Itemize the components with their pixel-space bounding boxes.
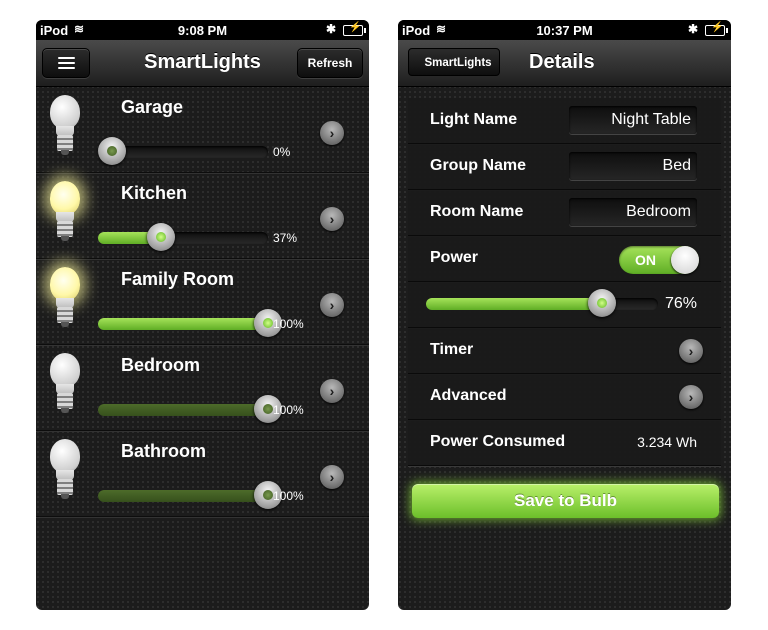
brightness-percent: 100% [273, 317, 304, 331]
nav-bar: SmartLights Details [398, 40, 731, 87]
brightness-slider[interactable] [98, 309, 282, 337]
light-name: Bedroom [121, 355, 201, 375]
light-name: Garage [121, 97, 184, 117]
power-consumed-value: 3.234 Wh [637, 434, 697, 450]
slider-knob[interactable] [146, 223, 175, 251]
advanced-row[interactable]: Advanced › [408, 374, 721, 420]
timer-row[interactable]: Timer › [408, 328, 721, 374]
battery-icon: ⚡ [343, 22, 366, 36]
group-name-label: Group Name [430, 157, 527, 174]
brightness-slider[interactable] [98, 395, 282, 423]
save-to-bulb-button[interactable]: Save to Bulb [412, 484, 719, 518]
smartlights-list-screen: iPod ≋ 9:08 PM ✱ ⚡ SmartLights Refresh G… [36, 20, 369, 610]
slider-fill [98, 318, 268, 330]
list-item[interactable]: Kitchen 37% › [36, 173, 369, 259]
status-bar: iPod ≋ 10:37 PM ✱ ⚡ [398, 20, 731, 40]
power-row: Power ON [408, 236, 721, 282]
brightness-percent: 0% [273, 145, 291, 159]
group-name-field[interactable]: Bed [569, 152, 697, 180]
toggle-thumb[interactable] [671, 246, 699, 274]
light-name-label: Light Name [430, 111, 518, 128]
bluetooth-icon: ✱ [325, 22, 336, 36]
bulb-icon [46, 179, 86, 247]
slider-fill [426, 298, 603, 310]
toggle-on-label: ON [635, 252, 656, 268]
power-consumed-label: Power Consumed [430, 433, 566, 450]
bulb-icon [46, 93, 86, 161]
slider-knob[interactable] [588, 289, 617, 317]
slider-knob[interactable] [98, 137, 126, 165]
page-title: Details [529, 51, 595, 73]
disclosure-arrow-icon[interactable]: › [320, 207, 344, 231]
room-name-row: Room Name Bedroom [408, 190, 721, 236]
power-label: Power [430, 249, 479, 266]
disclosure-arrow-icon[interactable]: › [679, 385, 703, 409]
nav-bar: SmartLights Refresh [36, 40, 369, 87]
advanced-label: Advanced [430, 387, 507, 404]
disclosure-arrow-icon[interactable]: › [320, 379, 344, 403]
brightness-row: 76% [408, 282, 721, 328]
slider-fill [98, 404, 268, 416]
bulb-icon [46, 351, 86, 419]
brightness-slider[interactable] [98, 137, 268, 165]
group-name-row: Group Name Bed [408, 144, 721, 190]
timer-label: Timer [430, 341, 474, 358]
slider-fill [98, 490, 268, 502]
disclosure-arrow-icon[interactable]: › [320, 293, 344, 317]
light-name: Bathroom [121, 441, 206, 461]
list-item[interactable]: Bathroom 100% › [36, 431, 369, 517]
list-item[interactable]: Garage 0% › [36, 87, 369, 173]
back-button[interactable]: SmartLights [408, 48, 500, 76]
disclosure-arrow-icon[interactable]: › [679, 339, 703, 363]
brightness-percent: 100% [273, 403, 304, 417]
room-name-label: Room Name [430, 203, 524, 220]
status-time: 9:08 PM [177, 23, 228, 38]
refresh-button[interactable]: Refresh [297, 48, 363, 78]
status-bar: iPod ≋ 9:08 PM ✱ ⚡ [36, 20, 369, 40]
light-name: Family Room [121, 269, 235, 289]
bluetooth-icon: ✱ [687, 22, 698, 36]
brightness-percent: 76% [664, 295, 697, 312]
status-time: 10:37 PM [536, 23, 593, 38]
power-toggle[interactable]: ON [619, 246, 699, 274]
brightness-slider[interactable] [98, 223, 268, 251]
bulb-icon [46, 437, 86, 505]
brightness-slider[interactable] [98, 481, 282, 509]
disclosure-arrow-icon[interactable]: › [320, 465, 344, 489]
disclosure-arrow-icon[interactable]: › [320, 121, 344, 145]
power-consumed-row: Power Consumed 3.234 Wh [408, 420, 721, 466]
list-item[interactable]: Bedroom 100% › [36, 345, 369, 431]
room-name-field[interactable]: Bedroom [569, 198, 697, 226]
bulb-icon [46, 265, 86, 333]
brightness-percent: 100% [273, 489, 304, 503]
light-details-screen: iPod ≋ 10:37 PM ✱ ⚡ SmartLights Details … [398, 20, 731, 610]
light-name: Kitchen [121, 183, 188, 203]
light-name-field[interactable]: Night Table [569, 106, 697, 134]
light-name-row: Light Name Night Table [408, 98, 721, 144]
brightness-percent: 37% [273, 231, 298, 245]
battery-icon: ⚡ [705, 22, 728, 36]
brightness-slider[interactable] [426, 289, 658, 317]
list-item[interactable]: Family Room 100% › [36, 259, 369, 345]
